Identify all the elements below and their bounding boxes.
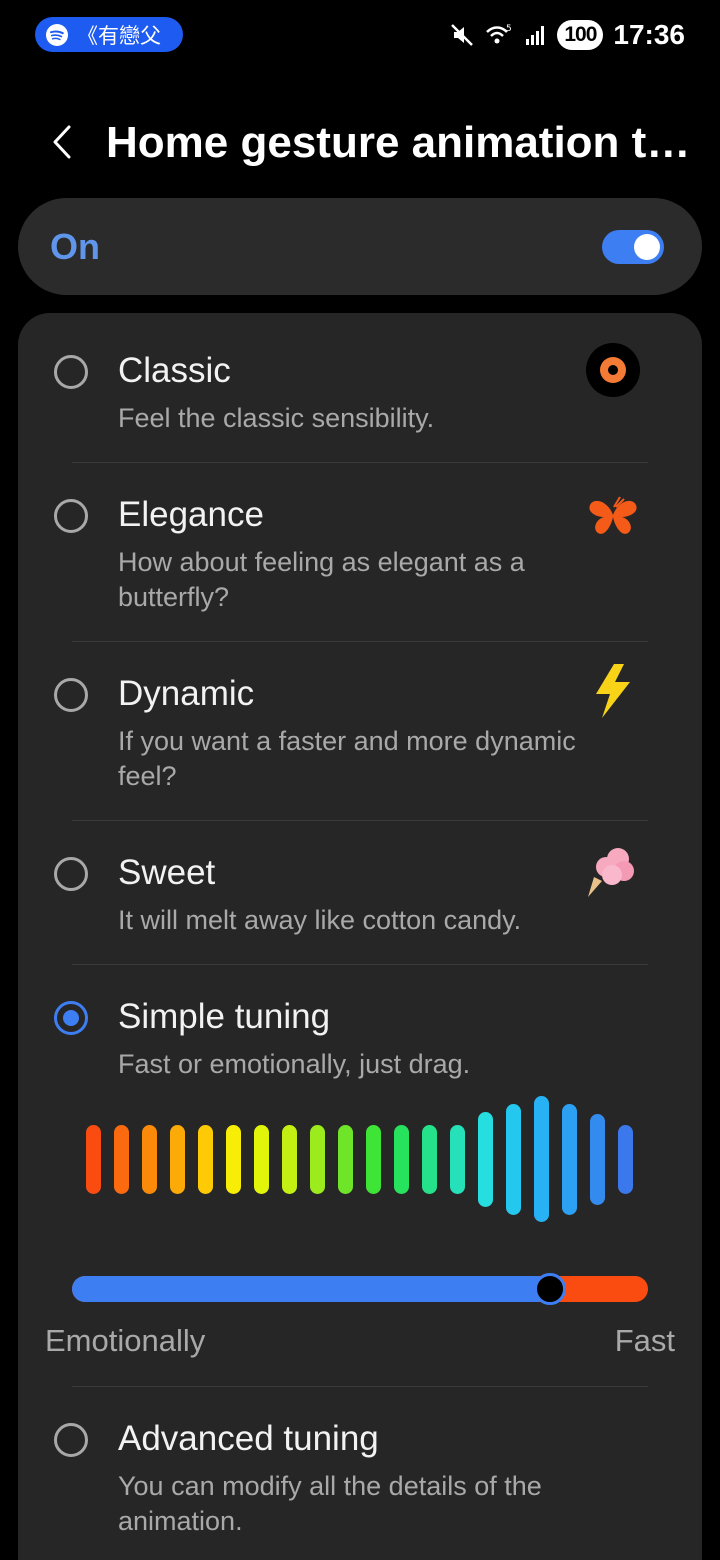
master-switch-label: On <box>50 226 100 267</box>
equalizer-bar <box>478 1111 493 1207</box>
option-description: If you want a faster and more dynamic fe… <box>118 726 576 791</box>
equalizer-bar <box>534 1096 549 1222</box>
option-description: You can modify all the details of the an… <box>118 1471 542 1536</box>
equalizer-bar <box>170 1124 185 1194</box>
option-dynamic[interactable]: Dynamic If you want a faster and more dy… <box>18 642 702 820</box>
equalizer-bar <box>422 1124 437 1194</box>
equalizer-bar <box>114 1124 129 1194</box>
equalizer-bar <box>618 1124 633 1194</box>
mute-icon <box>451 23 474 46</box>
svg-text:5: 5 <box>506 24 512 34</box>
back-button[interactable] <box>38 112 86 172</box>
equalizer-bar <box>198 1124 213 1194</box>
radio-sweet[interactable] <box>54 857 88 891</box>
slider-fill <box>72 1276 550 1302</box>
equalizer-bar <box>338 1124 353 1194</box>
toggle-knob <box>634 234 660 260</box>
option-title: Advanced tuning <box>118 1419 379 1458</box>
animation-options-card: Classic Feel the classic sensibility. El… <box>18 313 702 1560</box>
status-bar: 《有戀父 5 100 17:36 <box>0 0 720 70</box>
slider-max-label: Fast <box>614 1323 675 1358</box>
media-notification-pill[interactable]: 《有戀父 <box>35 17 183 52</box>
equalizer-bar <box>450 1124 465 1194</box>
equalizer-bar <box>394 1124 409 1194</box>
tuning-slider[interactable] <box>72 1273 648 1305</box>
option-description: Fast or emotionally, just drag. <box>118 1049 471 1079</box>
option-description: How about feeling as elegant as a butter… <box>118 547 525 612</box>
equalizer-bar <box>590 1113 605 1205</box>
battery-indicator: 100 <box>557 19 604 50</box>
spotify-icon <box>46 23 68 46</box>
app-bar: Home gesture animation tu... <box>0 90 720 195</box>
equalizer-bar <box>142 1124 157 1194</box>
master-switch-row[interactable]: On <box>18 198 702 295</box>
slider-min-label: Emotionally <box>45 1323 206 1358</box>
radio-classic[interactable] <box>54 355 88 389</box>
option-title: Elegance <box>118 495 264 534</box>
equalizer-bar <box>86 1124 101 1194</box>
master-toggle[interactable] <box>602 230 664 264</box>
option-classic[interactable]: Classic Feel the classic sensibility. <box>18 313 702 463</box>
option-title: Sweet <box>118 853 216 892</box>
equalizer-bar <box>254 1124 269 1194</box>
media-track-text: 《有戀父 <box>77 23 161 48</box>
signal-icon <box>526 25 545 45</box>
radio-elegance[interactable] <box>54 499 88 533</box>
option-title: Dynamic <box>118 674 255 713</box>
option-sweet[interactable]: Sweet It will melt away like cotton cand… <box>18 821 702 964</box>
radio-advanced-tuning[interactable] <box>54 1423 88 1457</box>
option-advanced-tuning[interactable]: Advanced tuning You can modify all the d… <box>18 1387 702 1560</box>
equalizer-bar <box>226 1124 241 1194</box>
equalizer-bar <box>506 1103 521 1215</box>
butterfly-icon <box>589 496 637 534</box>
wifi-5g-icon: 5 <box>486 24 512 43</box>
slider-thumb[interactable] <box>534 1273 566 1305</box>
radio-simple-tuning[interactable] <box>54 1001 88 1035</box>
option-description: It will melt away like cotton candy. <box>118 905 522 935</box>
page-title: Home gesture animation tu... <box>106 118 706 167</box>
equalizer-bar <box>562 1103 577 1215</box>
chevron-left-icon <box>53 125 71 159</box>
option-title: Simple tuning <box>118 997 331 1036</box>
option-description: Feel the classic sensibility. <box>118 403 435 433</box>
equalizer-bar <box>310 1124 325 1194</box>
equalizer-bar <box>282 1124 297 1194</box>
target-icon <box>586 343 640 397</box>
clock: 17:36 <box>613 18 685 50</box>
radio-dynamic[interactable] <box>54 678 88 712</box>
cotton-candy-icon <box>588 848 634 897</box>
option-elegance[interactable]: Elegance How about feeling as elegant as… <box>18 463 702 641</box>
lightning-icon <box>596 664 630 718</box>
option-title: Classic <box>118 351 231 390</box>
equalizer-bar <box>366 1124 381 1194</box>
status-icons: 5 100 17:36 <box>449 17 685 52</box>
